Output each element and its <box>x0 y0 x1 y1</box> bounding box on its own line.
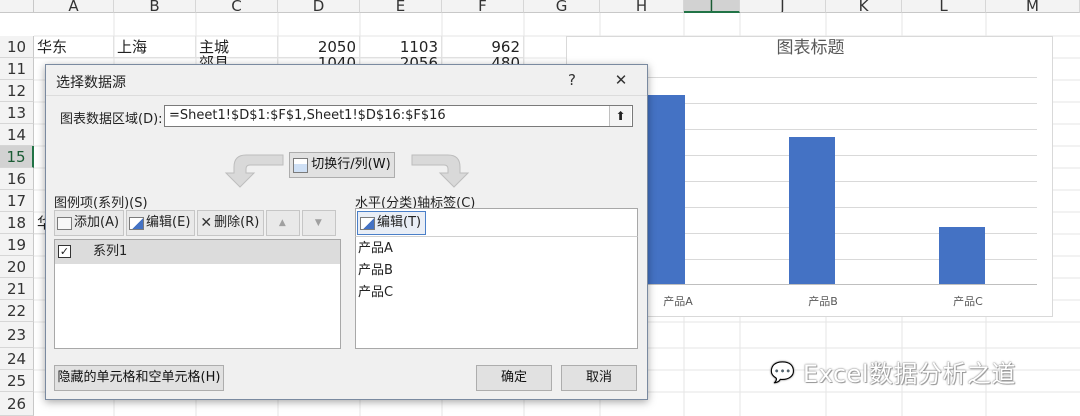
select-data-source-dialog: 选择数据源 ? ✕ 图表数据区域(D): =Sheet1!$D$1:$F$1,S… <box>45 64 648 400</box>
row-header-17[interactable]: 17 <box>0 190 34 212</box>
add-series-button[interactable]: 添加(A) <box>54 210 125 236</box>
row-header-14[interactable]: 14 <box>0 124 34 146</box>
row-header-12[interactable]: 12 <box>0 80 34 102</box>
row-header-13[interactable]: 13 <box>0 102 34 124</box>
column-header-e[interactable]: E <box>360 0 442 13</box>
wechat-icon: 💬 <box>770 359 795 384</box>
row-header-26[interactable]: 26 <box>0 392 34 416</box>
chart-title[interactable]: 图表标题 <box>567 37 1054 59</box>
row-header-24[interactable]: 24 <box>0 348 34 370</box>
bar-product-c[interactable] <box>939 227 985 284</box>
chart-plot[interactable] <box>587 77 1037 285</box>
bar-product-b[interactable] <box>789 137 835 284</box>
row-header-15[interactable]: 15 <box>0 146 34 168</box>
row-header-19[interactable]: 19 <box>0 234 34 256</box>
right-curved-arrow-icon <box>411 154 470 188</box>
column-header-a[interactable]: A <box>34 0 114 13</box>
move-down-icon: ▼ <box>314 218 322 228</box>
edit-series-button[interactable]: 编辑(E) <box>126 210 196 236</box>
row-header-21[interactable]: 21 <box>0 278 34 300</box>
axis-label-item[interactable]: 产品C <box>358 283 393 303</box>
add-series-label: 添加(A) <box>74 215 120 230</box>
column-header-h[interactable]: H <box>600 0 684 13</box>
watermark-text: Excel数据分析之道 <box>802 360 1016 388</box>
series-list-item[interactable]: ✓ 系列1 <box>55 240 340 264</box>
column-header-k[interactable]: K <box>826 0 902 13</box>
column-header-i[interactable]: I <box>684 0 740 13</box>
x-tick-label: 产品B <box>808 295 838 308</box>
edit-axis-label: 编辑(T) <box>377 215 422 230</box>
cancel-button[interactable]: 取消 <box>561 365 637 391</box>
legend-entries-title: 图例项(系列)(S) <box>54 196 148 211</box>
move-up-icon: ▲ <box>278 218 286 228</box>
gridline <box>587 284 1037 285</box>
cell-a10[interactable]: 华东 <box>34 36 114 58</box>
axis-label-list[interactable]: 产品A 产品B 产品C <box>355 236 638 349</box>
row-header-16[interactable]: 16 <box>0 168 34 190</box>
row-header-18[interactable]: 18 <box>0 212 34 234</box>
add-series-icon <box>57 216 72 230</box>
column-header-b[interactable]: B <box>114 0 196 13</box>
delete-series-label: 删除(R) <box>214 215 260 230</box>
delete-series-button[interactable]: ✕ 删除(R) <box>197 210 265 236</box>
range-label: 图表数据区域(D): <box>60 112 163 127</box>
series-list[interactable]: ✓ 系列1 <box>54 239 341 349</box>
legend-toolbar: 添加(A) 编辑(E) ✕ 删除(R) ▲ ▼ <box>54 210 341 236</box>
row-header-25[interactable]: 25 <box>0 370 34 392</box>
range-input[interactable]: =Sheet1!$D$1:$F$1,Sheet1!$D$16:$F$16 <box>164 105 633 127</box>
series-item-label: 系列1 <box>93 244 128 259</box>
column-header-j[interactable]: J <box>740 0 826 13</box>
edit-axis-icon <box>360 216 375 230</box>
cell-b10[interactable]: 上海 <box>114 36 196 58</box>
row-header-20[interactable]: 20 <box>0 256 34 278</box>
axis-label-item[interactable]: 产品A <box>358 239 393 259</box>
close-button[interactable]: ✕ <box>608 69 634 91</box>
column-header-g[interactable]: G <box>524 0 600 13</box>
column-header-l[interactable]: L <box>902 0 986 13</box>
corner-select-all[interactable] <box>0 0 34 13</box>
column-header-c[interactable]: C <box>196 0 278 13</box>
switch-row-column-label: 切换行/列(W) <box>311 157 391 172</box>
dialog-titlebar[interactable]: 选择数据源 ? ✕ <box>46 65 647 96</box>
delete-icon: ✕ <box>200 215 213 231</box>
switch-row-column-icon <box>293 157 309 173</box>
column-header-f[interactable]: F <box>442 0 524 13</box>
move-up-button[interactable]: ▲ <box>266 210 301 236</box>
collapse-dialog-icon: ⬆ <box>615 109 626 123</box>
watermark: 💬 Excel数据分析之道 <box>770 354 1016 389</box>
series-checkbox[interactable]: ✓ <box>58 245 71 258</box>
move-down-button[interactable]: ▼ <box>302 210 337 236</box>
column-header-d[interactable]: D <box>278 0 360 13</box>
x-tick-label: 产品C <box>953 295 983 308</box>
axis-label-item[interactable]: 产品B <box>358 261 393 281</box>
row-header-11[interactable]: 11 <box>0 58 34 80</box>
left-curved-arrow-icon <box>224 154 284 188</box>
switch-row-column-button[interactable]: 切换行/列(W) <box>289 152 395 178</box>
axis-toolbar: 编辑(T) <box>355 208 638 236</box>
edit-series-label: 编辑(E) <box>146 215 191 230</box>
edit-series-icon <box>129 216 145 230</box>
ok-button[interactable]: 确定 <box>476 365 552 391</box>
edit-axis-labels-button[interactable]: 编辑(T) <box>357 211 427 235</box>
column-header-m[interactable]: M <box>986 0 1080 13</box>
dialog-title: 选择数据源 <box>56 75 126 91</box>
hidden-and-empty-cells-button[interactable]: 隐藏的单元格和空单元格(H) <box>54 365 224 391</box>
gridline <box>587 77 1037 78</box>
x-tick-label: 产品A <box>663 295 693 308</box>
help-button[interactable]: ? <box>559 69 585 91</box>
row-header-22[interactable]: 22 <box>0 300 34 322</box>
row-header-10[interactable]: 10 <box>0 36 34 58</box>
collapse-dialog-button[interactable]: ⬆ <box>609 106 631 126</box>
row-header-23[interactable]: 23 <box>0 322 34 348</box>
